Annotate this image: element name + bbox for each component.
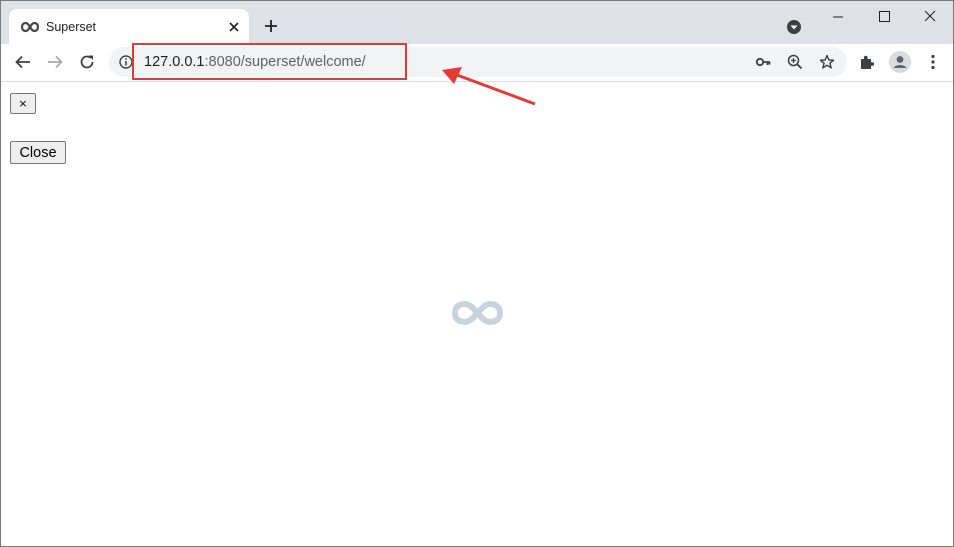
profile-icon[interactable] <box>889 51 911 73</box>
address-url[interactable]: 127.0.0.1:8080/superset/welcome/ <box>144 54 366 70</box>
back-icon[interactable] <box>14 53 32 71</box>
close-button[interactable]: Close <box>10 141 66 164</box>
reload-icon[interactable] <box>78 53 96 71</box>
tab-title: Superset <box>46 20 97 34</box>
browser-window: Superset 127.0.0.1:8080/superset/welcome… <box>0 0 954 547</box>
minimize-icon[interactable] <box>815 7 861 27</box>
key-icon[interactable] <box>755 54 771 70</box>
menu-icon[interactable] <box>924 53 942 71</box>
new-tab-icon[interactable] <box>263 18 279 34</box>
url-host: 127.0.0.1 <box>144 54 205 70</box>
page-content: × Close <box>1 82 953 546</box>
tab-superset[interactable]: Superset <box>9 9 249 44</box>
window-close-icon[interactable] <box>907 7 953 27</box>
dismiss-button[interactable]: × <box>10 93 36 114</box>
tab-close-icon[interactable] <box>227 20 241 34</box>
zoom-icon[interactable] <box>787 54 803 70</box>
address-bar[interactable]: 127.0.0.1:8080/superset/welcome/ <box>109 47 847 77</box>
url-path: :8080/superset/welcome/ <box>204 54 366 70</box>
extensions-icon[interactable] <box>858 53 876 71</box>
star-icon[interactable] <box>819 54 835 70</box>
tab-search-icon[interactable] <box>786 19 802 35</box>
info-icon[interactable] <box>119 55 133 69</box>
superset-logo-icon <box>21 21 39 33</box>
forward-icon[interactable] <box>46 53 64 71</box>
maximize-icon[interactable] <box>861 7 907 27</box>
superset-loading-icon <box>451 300 504 326</box>
browser-toolbar: 127.0.0.1:8080/superset/welcome/ <box>1 44 953 82</box>
tab-strip: Superset <box>1 1 953 44</box>
